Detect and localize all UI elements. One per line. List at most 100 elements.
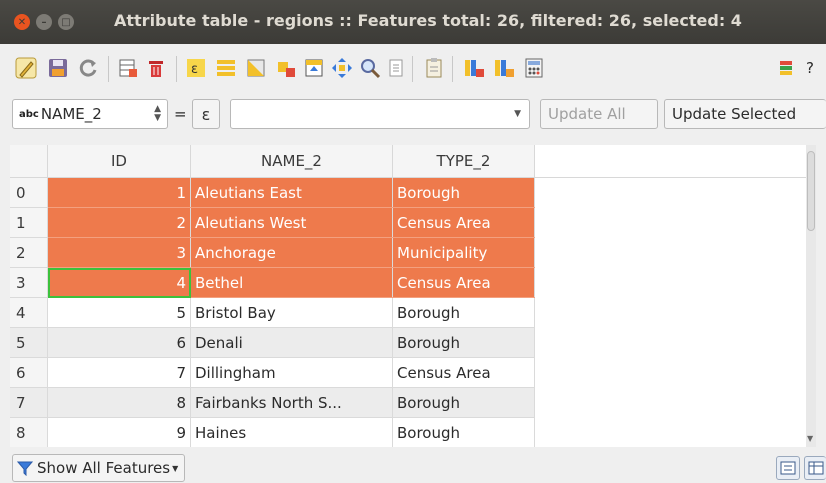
row-header[interactable]: 8: [10, 417, 48, 447]
cell-name[interactable]: Fairbanks North S...: [190, 387, 393, 418]
text-field-type-icon: abc: [19, 108, 39, 120]
expression-input[interactable]: ▼: [230, 99, 530, 129]
table-row[interactable]: 7 8 Fairbanks North S... Borough: [10, 387, 810, 418]
update-all-button[interactable]: Update All: [540, 99, 658, 129]
column-header-id[interactable]: ID: [47, 145, 191, 178]
cell-type[interactable]: Census Area: [392, 207, 535, 238]
row-header[interactable]: 0: [10, 177, 48, 208]
deselect-all-icon[interactable]: [272, 54, 300, 82]
window-titlebar: ✕ – □ Attribute table - regions :: Featu…: [0, 0, 826, 44]
cell-name[interactable]: Haines: [190, 417, 393, 447]
cell-id-current[interactable]: 4: [47, 267, 191, 298]
row-header[interactable]: 2: [10, 237, 48, 268]
form-view-icon[interactable]: [804, 456, 826, 480]
row-header[interactable]: 3: [10, 267, 48, 298]
pan-to-selected-icon[interactable]: [328, 54, 356, 82]
select-by-expression-icon[interactable]: ε: [182, 54, 210, 82]
cell-name[interactable]: Bristol Bay: [190, 297, 393, 328]
new-field-icon[interactable]: [490, 54, 518, 82]
show-all-features-label: Show All Features: [37, 459, 171, 477]
equals-label: =: [174, 105, 187, 123]
attribute-table[interactable]: ID NAME_2 TYPE_2 0 1 Aleutians East Boro…: [10, 145, 816, 447]
svg-text:ε: ε: [191, 62, 198, 77]
cell-type[interactable]: Census Area: [392, 357, 535, 388]
window-title: Attribute table - regions :: Features to…: [114, 11, 742, 30]
vertical-scrollbar[interactable]: ▼: [806, 145, 816, 447]
field-calculator-icon[interactable]: [520, 54, 548, 82]
cell-id[interactable]: 5: [47, 297, 191, 328]
table-row[interactable]: 2 3 Anchorage Municipality: [10, 237, 810, 268]
cell-type[interactable]: Borough: [392, 297, 535, 328]
window-close-button[interactable]: ✕: [14, 14, 30, 30]
expression-builder-button[interactable]: ε: [192, 99, 220, 129]
chevron-down-icon[interactable]: ▼: [514, 109, 521, 119]
cell-type[interactable]: Census Area: [392, 267, 535, 298]
attribute-toolbar: ε ?: [0, 44, 826, 94]
attribute-grid: ID NAME_2 TYPE_2 0 1 Aleutians East Boro…: [10, 145, 810, 447]
cell-id[interactable]: 1: [47, 177, 191, 208]
chevron-down-icon: ▼: [172, 463, 179, 473]
field-name: NAME_2: [40, 105, 102, 123]
cell-type[interactable]: Borough: [392, 417, 535, 447]
update-selected-button[interactable]: Update Selected: [664, 99, 826, 129]
cell-id[interactable]: 3: [47, 237, 191, 268]
table-row[interactable]: 4 5 Bristol Bay Borough: [10, 297, 810, 328]
toggle-editing-icon[interactable]: [12, 54, 40, 82]
table-view-icon[interactable]: [776, 456, 800, 480]
delete-field-icon[interactable]: [460, 54, 488, 82]
add-feature-icon[interactable]: [114, 54, 142, 82]
zoom-to-selected-icon[interactable]: [356, 54, 384, 82]
save-edits-icon[interactable]: [44, 54, 72, 82]
statusbar: Show All Features ▼: [0, 450, 826, 483]
cell-name[interactable]: Denali: [190, 327, 393, 358]
table-row[interactable]: 3 4 Bethel Census Area: [10, 267, 810, 298]
column-header-type-2[interactable]: TYPE_2: [392, 145, 535, 178]
cell-name[interactable]: Anchorage: [190, 237, 393, 268]
cell-id[interactable]: 7: [47, 357, 191, 388]
update-selected-label: Update Selected: [672, 105, 797, 123]
select-all-icon[interactable]: [212, 54, 240, 82]
reload-table-icon[interactable]: [74, 54, 102, 82]
column-header-name-2[interactable]: NAME_2: [190, 145, 393, 178]
cell-type[interactable]: Borough: [392, 327, 535, 358]
copy-selected-rows-icon[interactable]: [382, 54, 410, 82]
conditional-formatting-icon[interactable]: [772, 54, 800, 82]
table-row[interactable]: 8 9 Haines Borough: [10, 417, 810, 447]
move-selection-to-top-icon[interactable]: [300, 54, 328, 82]
table-row[interactable]: 1 2 Aleutians West Census Area: [10, 207, 810, 238]
cell-type[interactable]: Borough: [392, 177, 535, 208]
scrollbar-thumb[interactable]: [807, 151, 815, 231]
row-header[interactable]: 1: [10, 207, 48, 238]
empty-header: [534, 145, 810, 178]
cell-type[interactable]: Borough: [392, 387, 535, 418]
spin-arrows-icon[interactable]: ▲ ▼: [154, 105, 161, 123]
cell-name[interactable]: Aleutians West: [190, 207, 393, 238]
scroll-down-icon[interactable]: ▼: [807, 434, 813, 443]
help-label: ?: [806, 59, 814, 77]
invert-selection-icon[interactable]: [242, 54, 270, 82]
cell-name[interactable]: Dillingham: [190, 357, 393, 388]
field-selector[interactable]: abc NAME_2 ▲ ▼: [12, 99, 168, 129]
window-maximize-button[interactable]: □: [58, 14, 74, 30]
header-row: ID NAME_2 TYPE_2: [10, 145, 810, 178]
paste-features-icon[interactable]: [420, 54, 448, 82]
show-all-features-button[interactable]: Show All Features ▼: [12, 454, 186, 482]
cell-name[interactable]: Bethel: [190, 267, 393, 298]
row-header[interactable]: 4: [10, 297, 48, 328]
table-row[interactable]: 5 6 Denali Borough: [10, 327, 810, 358]
table-row[interactable]: 6 7 Dillingham Census Area: [10, 357, 810, 388]
help-icon[interactable]: ?: [800, 54, 820, 82]
cell-id[interactable]: 8: [47, 387, 191, 418]
corner-header[interactable]: [10, 145, 48, 178]
cell-type[interactable]: Municipality: [392, 237, 535, 268]
row-header[interactable]: 5: [10, 327, 48, 358]
delete-selected-icon[interactable]: [142, 54, 170, 82]
table-row[interactable]: 0 1 Aleutians East Borough: [10, 177, 810, 208]
cell-id[interactable]: 2: [47, 207, 191, 238]
cell-id[interactable]: 9: [47, 417, 191, 447]
cell-id[interactable]: 6: [47, 327, 191, 358]
row-header[interactable]: 6: [10, 357, 48, 388]
window-minimize-button[interactable]: –: [36, 14, 52, 30]
row-header[interactable]: 7: [10, 387, 48, 418]
cell-name[interactable]: Aleutians East: [190, 177, 393, 208]
